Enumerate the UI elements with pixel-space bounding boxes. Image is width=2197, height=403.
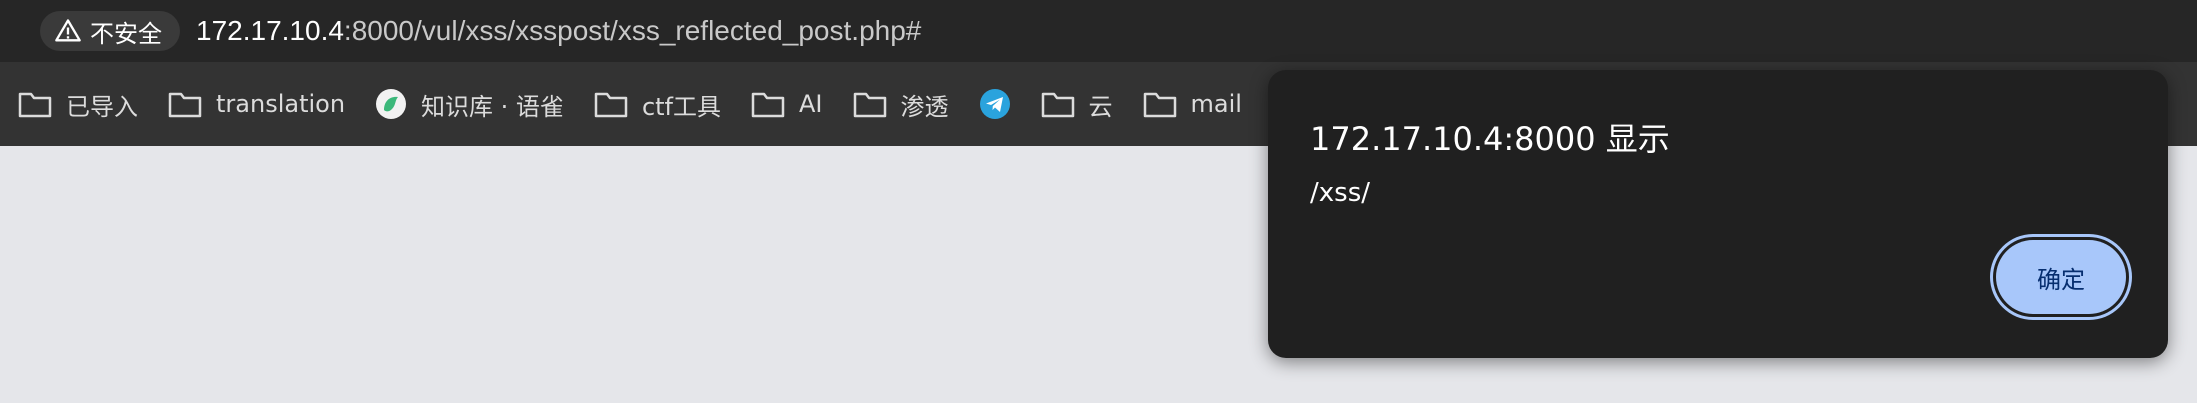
bookmark-folder-cloud[interactable]: 云 (1041, 87, 1113, 122)
browser-toolbar: 不安全 172.17.10.4:8000/vul/xss/xsspost/xss… (0, 0, 2197, 62)
bookmark-yuque[interactable]: 知识库 · 语雀 (375, 87, 564, 122)
bookmark-folder-imported[interactable]: 已导入 (18, 87, 138, 122)
alert-dialog: 172.17.10.4:8000 显示 /xss/ 确定 (1268, 70, 2168, 358)
security-label: 不安全 (90, 19, 162, 48)
security-indicator[interactable]: 不安全 (40, 11, 180, 51)
bookmark-folder-ai[interactable]: AI (751, 90, 823, 118)
folder-icon (18, 92, 52, 118)
url-host: 172.17.10.4 (196, 15, 344, 46)
bookmark-label: 渗透 (900, 92, 949, 121)
warning-icon (55, 19, 81, 42)
folder-icon (594, 92, 628, 118)
ok-button[interactable]: 确定 (1996, 240, 2126, 314)
folder-icon (751, 92, 785, 118)
bookmark-folder-pentest[interactable]: 渗透 (853, 87, 949, 122)
bookmark-label: 已导入 (66, 92, 138, 121)
bookmark-label: translation (216, 90, 346, 118)
bookmark-label: mail (1190, 90, 1242, 118)
bookmark-label: AI (799, 90, 823, 118)
bookmark-telegram[interactable] (979, 88, 1011, 120)
bookmark-folder-mail[interactable]: mail (1143, 90, 1242, 118)
dialog-title: 172.17.10.4:8000 显示 (1310, 120, 1670, 158)
folder-icon (1143, 92, 1176, 118)
yuque-icon (376, 89, 407, 119)
bookmark-folder-ctf-tools[interactable]: ctf工具 (594, 87, 721, 122)
bookmark-label: 知识库 · 语雀 (421, 92, 564, 121)
folder-icon (1041, 92, 1074, 118)
folder-icon (168, 92, 202, 118)
dialog-message: /xss/ (1310, 178, 1370, 208)
address-bar[interactable]: 不安全 172.17.10.4:8000/vul/xss/xsspost/xss… (40, 8, 2197, 54)
bookmark-label: ctf工具 (641, 92, 721, 121)
url-text[interactable]: 172.17.10.4:8000/vul/xss/xsspost/xss_ref… (196, 15, 921, 47)
folder-icon (853, 92, 886, 118)
bookmark-label: 云 (1088, 92, 1113, 121)
bookmark-folder-translation[interactable]: translation (168, 90, 345, 118)
url-path: :8000/vul/xss/xsspost/xss_reflected_post… (343, 15, 922, 46)
telegram-icon (979, 89, 1010, 119)
